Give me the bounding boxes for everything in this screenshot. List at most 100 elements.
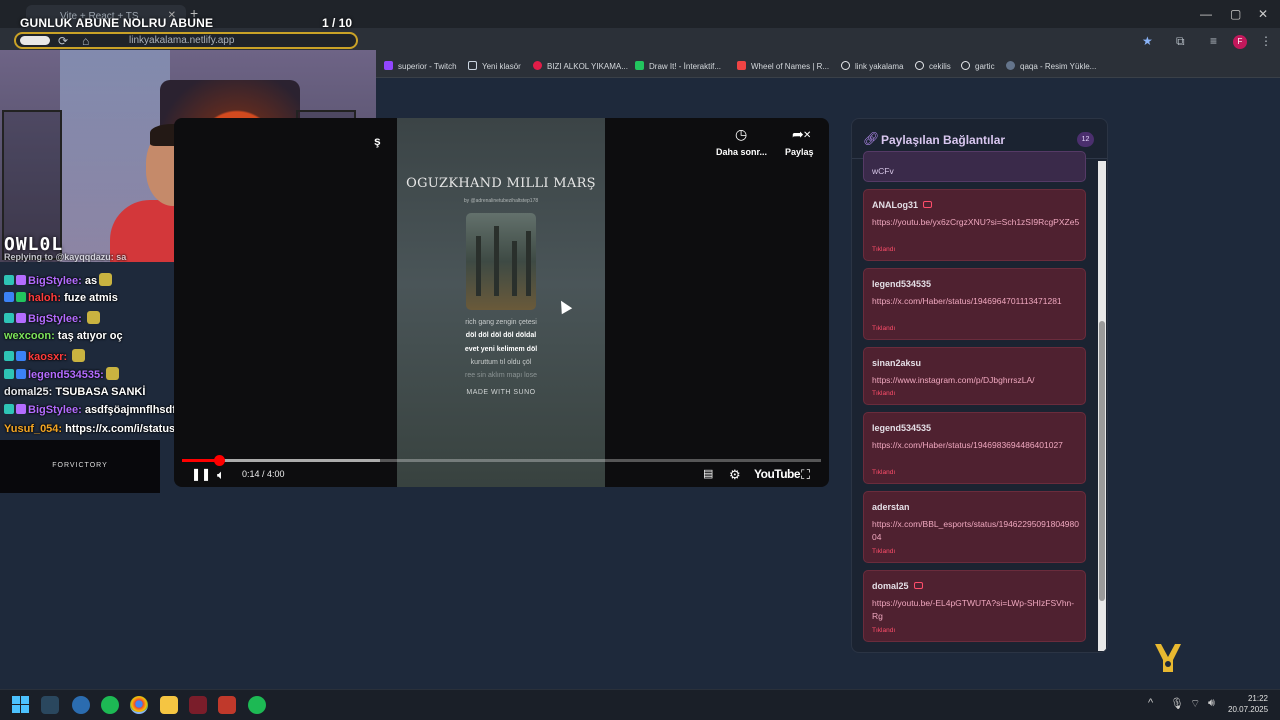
volume-icon[interactable]: 🔈︎	[217, 467, 225, 483]
bookmark-label: BIZI ALKOL YIKAMA...	[547, 62, 628, 71]
minimize-icon[interactable]: —	[1200, 7, 1212, 21]
youtube-player[interactable]: OGUZKHAND MILLI MARŞ by @adrenalinetubez…	[174, 118, 829, 487]
share-icon[interactable]: ➦	[792, 126, 804, 143]
scrollbar-thumb[interactable]	[1099, 321, 1105, 601]
song-title: OGUZKHAND MILLI MARŞ	[406, 176, 596, 191]
badge-icon	[16, 292, 26, 302]
clock-icon[interactable]: ◷	[735, 126, 747, 143]
bookmark-item[interactable]: link yakalama	[841, 61, 903, 71]
bookmark-label: Wheel of Names | R...	[751, 62, 830, 71]
link-username: domal25	[872, 581, 909, 591]
link-url[interactable]: https://youtu.be/yx6zCrgzXNU?si=Sch1zSI9…	[872, 216, 1080, 229]
time-display: 0:14 / 4:00	[242, 469, 285, 479]
tree-shape	[494, 226, 499, 296]
link-url[interactable]: https://www.instagram.com/p/DJbghrrszLA/	[872, 374, 1080, 387]
link-card[interactable]: aderstan https://x.com/BBL_esports/statu…	[863, 491, 1086, 563]
bookmark-item[interactable]: Wheel of Names | R...	[737, 61, 829, 71]
bookmark-label: Draw It! - İnteraktif...	[649, 62, 722, 71]
link-card[interactable]: ANALog31 https://youtu.be/yx6zCrgzXNU?si…	[863, 189, 1086, 261]
file-explorer-icon[interactable]	[160, 696, 178, 714]
chat-user: Replying to @kayqqdazu: sa	[4, 252, 127, 262]
app-icon[interactable]	[189, 696, 207, 714]
video-title[interactable]: ş	[374, 134, 381, 148]
sponsor-text: FORVICTORY	[52, 462, 108, 469]
link-url[interactable]: https://x.com/Haber/status/1946983694486…	[872, 439, 1080, 452]
link-card[interactable]: domal25 https://youtu.be/-EL4pGTWUTA?si=…	[863, 570, 1086, 642]
settings-gear-icon[interactable]: ⚙	[729, 467, 741, 483]
youtube-logo[interactable]: YouTube	[754, 467, 801, 481]
link-url[interactable]: wCFv	[872, 165, 1080, 178]
progress-bar[interactable]	[182, 455, 821, 466]
panel-scrollbar[interactable]	[1098, 161, 1106, 651]
profile-initial: F	[1237, 37, 1243, 46]
subtitles-icon[interactable]: ▤	[703, 467, 713, 480]
microphone-icon[interactable]: 🎙︎	[1170, 697, 1184, 710]
pause-icon[interactable]: ❚❚	[191, 467, 211, 481]
back-button[interactable]	[20, 36, 50, 45]
fullscreen-icon[interactable]: ⛶	[801, 467, 810, 483]
windows-start-icon[interactable]	[12, 696, 29, 713]
home-icon[interactable]: ⌂	[82, 34, 89, 48]
chat-reply-line: Replying to @kayqqdazu: sa	[4, 252, 126, 262]
link-status: Tıklandı	[872, 627, 896, 634]
overlay-counter: 1 / 10	[322, 16, 353, 30]
badge-icon	[16, 369, 26, 379]
profile-avatar[interactable]: F	[1233, 35, 1247, 49]
chat-message: fuze atmis	[64, 292, 118, 304]
chat-user: domal25:	[4, 386, 53, 398]
link-url[interactable]: https://x.com/BBL_esports/status/1946229…	[872, 518, 1080, 544]
chrome-icon[interactable]	[130, 696, 148, 714]
link-user: ANALog31	[872, 200, 933, 210]
spotify-icon[interactable]	[248, 696, 266, 714]
bookmark-item[interactable]: cekilis	[915, 61, 951, 71]
link-username: ANALog31	[872, 200, 919, 210]
chat-user: BigStylee:	[28, 404, 82, 416]
twitch-icon	[384, 61, 393, 70]
badge-icon	[4, 275, 14, 285]
menu-icon[interactable]: ⋮	[1260, 34, 1272, 48]
browser-app-icon[interactable]	[72, 696, 90, 714]
bookmark-item[interactable]: qaqa - Resim Yükle...	[1006, 61, 1096, 71]
reload-icon[interactable]: ⟳	[58, 34, 68, 48]
tree-shape	[526, 231, 531, 296]
bookmark-item[interactable]: Yeni klasör	[468, 61, 521, 71]
volume-tray-icon[interactable]: 🔊︎	[1208, 697, 1215, 710]
link-count-badge: 12	[1077, 132, 1094, 147]
badge-icon	[4, 369, 14, 379]
bookmark-item[interactable]: Draw It! - İnteraktif...	[635, 61, 721, 71]
link-card[interactable]: legend534535 https://x.com/Haber/status/…	[863, 268, 1086, 340]
star-icon[interactable]: ★	[1142, 34, 1153, 48]
sponsor-banner: FORVICTORY	[0, 440, 160, 493]
badge-icon	[4, 404, 14, 414]
share-label[interactable]: Paylaş	[785, 147, 814, 157]
chat-line: haloh: fuze atmis	[4, 292, 118, 304]
site-icon	[1006, 61, 1015, 70]
bookmark-item[interactable]: BIZI ALKOL YIKAMA...	[533, 61, 628, 71]
watch-later-label[interactable]: Daha sonr...	[716, 147, 767, 157]
media-icon[interactable]: ≡	[1210, 34, 1217, 48]
tray-chevron-icon[interactable]: ^	[1148, 697, 1153, 709]
link-card[interactable]: sinan2aksu https://www.instagram.com/p/D…	[863, 347, 1086, 405]
app-icon[interactable]	[218, 696, 236, 714]
link-url[interactable]: https://youtu.be/-EL4pGTWUTA?si=LWp-SHIz…	[872, 597, 1080, 623]
close-window-icon[interactable]: ✕	[1258, 7, 1268, 21]
steam-icon[interactable]	[41, 696, 59, 714]
close-icon[interactable]: ✕	[803, 130, 811, 141]
spotify-icon[interactable]	[101, 696, 119, 714]
bookmark-item[interactable]: gartic	[961, 61, 995, 71]
system-clock[interactable]: 21:22 20.07.2025	[1228, 693, 1268, 715]
link-status: Tıklandı	[872, 325, 896, 332]
link-card[interactable]: legend534535 https://x.com/Haber/status/…	[863, 412, 1086, 484]
maximize-icon[interactable]: ▢	[1230, 7, 1241, 21]
chat-line: BigStylee:	[4, 311, 100, 325]
extensions-icon[interactable]: ⧉	[1176, 34, 1185, 49]
youtube-icon	[913, 582, 923, 589]
bookmark-item[interactable]: superior - Twitch	[384, 61, 457, 71]
progress-handle[interactable]	[214, 455, 226, 466]
chat-message: taş atıyor oç	[57, 330, 123, 342]
link-url[interactable]: https://x.com/Haber/status/1946964701113…	[872, 295, 1080, 308]
network-icon[interactable]: ⌔	[1190, 697, 1200, 711]
link-card[interactable]: wCFv	[863, 151, 1086, 182]
clock-date: 20.07.2025	[1228, 705, 1269, 714]
cover-art-image	[466, 213, 536, 310]
